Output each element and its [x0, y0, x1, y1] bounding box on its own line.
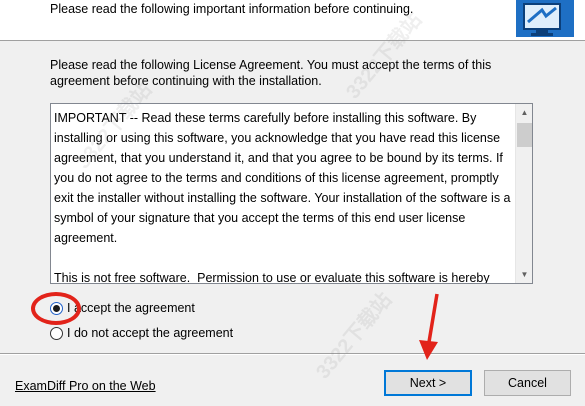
scroll-thumb[interactable]	[517, 123, 532, 147]
accept-radio-label[interactable]: I accept the agreement	[67, 301, 195, 315]
red-arrow-icon	[419, 293, 439, 360]
scroll-down-arrow-icon[interactable]: ▼	[516, 266, 532, 283]
decline-radio-button[interactable]	[50, 326, 63, 340]
computer-monitor-icon	[516, 0, 574, 37]
accept-agreement-option[interactable]: I accept the agreement	[50, 299, 195, 317]
decline-radio-label[interactable]: I do not accept the agreement	[67, 326, 233, 340]
license-instructions: Please read the following License Agreem…	[50, 58, 492, 88]
license-agreement-textbox[interactable]: IMPORTANT -- Read these terms carefully …	[50, 103, 533, 284]
footer-divider	[0, 353, 585, 355]
product-web-link[interactable]: ExamDiff Pro on the Web	[15, 379, 156, 393]
accept-radio-button[interactable]	[50, 301, 63, 315]
license-scrollbar[interactable]: ▲ ▼	[515, 104, 532, 283]
decline-agreement-option[interactable]: I do not accept the agreement	[50, 324, 233, 342]
header-subtitle: Please read the following important info…	[50, 2, 414, 16]
cancel-button[interactable]: Cancel	[484, 370, 571, 396]
wizard-header: Please read the following important info…	[0, 0, 585, 41]
license-text: IMPORTANT -- Read these terms carefully …	[54, 111, 511, 284]
scroll-up-arrow-icon[interactable]: ▲	[516, 104, 532, 121]
next-button[interactable]: Next >	[384, 370, 472, 396]
